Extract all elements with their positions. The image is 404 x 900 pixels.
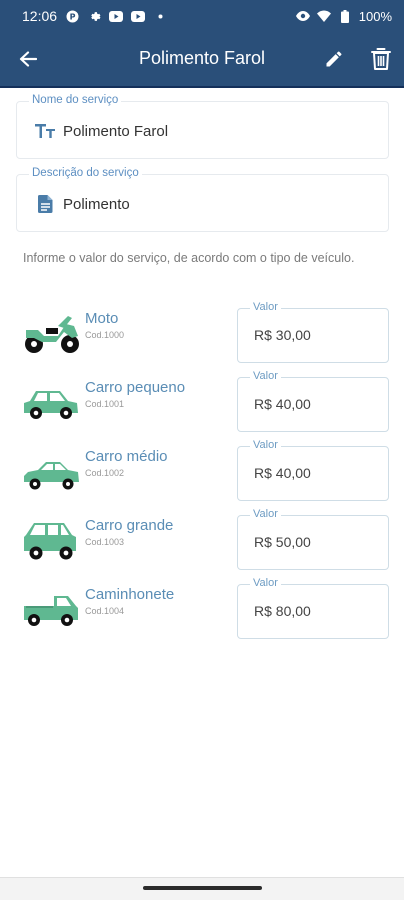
app-bar-divider [0,86,404,88]
price-input[interactable]: Valor R$ 30,00 [237,301,389,363]
service-name-field[interactable]: Nome do serviço Polimento Farol [16,94,389,159]
document-icon [35,195,55,213]
price-label: Valor [250,301,281,313]
status-time: 12:06 [22,8,58,24]
app-bar: Polimento Farol [0,32,404,86]
vehicle-name: Caminhonete [85,586,175,603]
price-label: Valor [250,577,281,589]
wifi-icon [316,9,331,23]
trash-icon [371,48,391,70]
price-label: Valor [250,508,281,520]
app-notification-icon: P [65,9,79,23]
vehicle-code: Cod.1001 [85,399,125,409]
vehicle-code: Cod.1000 [85,330,125,340]
home-gesture-handle[interactable] [143,886,262,890]
pencil-icon [326,51,342,67]
battery-icon [338,9,352,23]
service-name-value: Polimento Farol [63,123,169,140]
motorcycle-icon [25,316,79,353]
price-value: R$ 40,00 [254,396,311,412]
settings-icon [87,9,101,23]
price-value: R$ 80,00 [254,603,311,619]
vehicle-code: Cod.1004 [85,606,125,616]
price-label: Valor [250,439,281,451]
price-input[interactable]: Valor R$ 50,00 [237,508,389,570]
price-input[interactable]: Valor R$ 40,00 [237,439,389,501]
vehicle-code: Cod.1003 [85,537,125,547]
medium-car-icon [24,462,79,490]
system-navigation-bar [0,877,404,900]
small-car-icon [24,391,78,419]
vehicle-row-carro-pequeno: Carro pequeno Cod.1001 Valor R$ 40,00 [0,370,404,433]
dot-icon [153,9,167,23]
vehicle-row-caminhonete: Caminhonete Cod.1004 Valor R$ 80,00 [0,577,404,640]
vehicle-name: Carro pequeno [85,379,186,396]
text-format-icon [35,122,55,140]
vehicle-row-moto: Moto Cod.1000 Valor R$ 30,00 [0,301,404,364]
edit-button[interactable] [320,45,348,73]
price-value: R$ 30,00 [254,327,311,343]
vehicle-name: Carro médio [85,448,168,465]
price-value: R$ 50,00 [254,534,311,550]
price-value: R$ 40,00 [254,465,311,481]
service-description-label: Descrição do serviço [29,167,142,179]
pickup-truck-icon [24,596,78,626]
price-input[interactable]: Valor R$ 40,00 [237,370,389,432]
battery-level: 100% [358,8,392,24]
price-label: Valor [250,370,281,382]
svg-text:P: P [69,12,75,21]
info-text: Informe o valor do serviço, de acordo co… [23,251,355,265]
vehicle-row-carro-medio: Carro médio Cod.1002 Valor R$ 40,00 [0,439,404,502]
vehicle-row-carro-grande: Carro grande Cod.1003 Valor R$ 50,00 [0,508,404,571]
vehicle-name: Moto [85,310,119,327]
status-bar: 12:06 P 100% [0,0,404,32]
vehicle-code: Cod.1002 [85,468,125,478]
large-car-icon [24,523,76,560]
eye-icon [295,9,310,23]
service-name-label: Nome do serviço [29,94,122,106]
price-input[interactable]: Valor R$ 80,00 [237,577,389,639]
service-description-field[interactable]: Descrição do serviço Polimento [16,167,389,232]
delete-button[interactable] [367,44,395,74]
youtube-icon [109,9,124,23]
vehicle-name: Carro grande [85,517,174,534]
service-description-value: Polimento [63,196,130,213]
youtube-icon [131,9,146,23]
